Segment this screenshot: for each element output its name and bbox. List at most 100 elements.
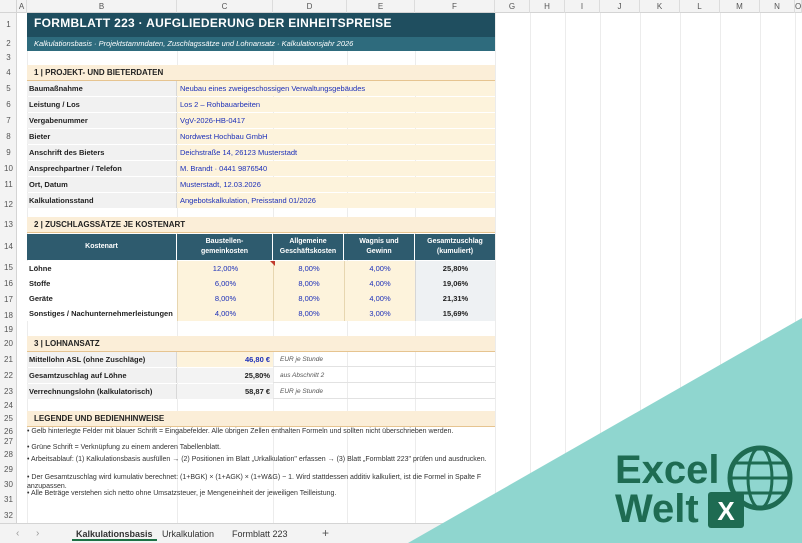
surcharge-input-bgk[interactable]: 8,00%: [177, 291, 273, 306]
wage-row: Mittellohn ASL (ohne Zuschläge) 46,80 € EU…: [27, 352, 495, 367]
row-header-16[interactable]: 16: [0, 276, 17, 292]
column-header-c[interactable]: C: [177, 0, 273, 13]
row-header-29[interactable]: 29: [0, 463, 17, 477]
field-input[interactable]: M. Brandt · 0441 9876540: [177, 161, 495, 176]
surcharge-input-wg[interactable]: 3,00%: [344, 306, 415, 321]
comment-marker-icon[interactable]: [270, 261, 275, 266]
chevron-right-icon[interactable]: ›: [36, 528, 39, 539]
row-header-bar: 1 2 3 4 5 6 7 8 9 10 11 12 13 14 15 16 17 18 19 20 21 22 23 24 2…: [0, 13, 17, 523]
project-data-row: Ansprechpartner / Telefon M. Brandt · 044…: [27, 161, 495, 176]
field-label: Leistung / Los: [27, 97, 177, 112]
row-header-14[interactable]: 14: [0, 233, 17, 260]
row-header-5[interactable]: 5: [0, 81, 17, 97]
row-header-22[interactable]: 22: [0, 368, 17, 384]
column-header-kostenart: Kostenart: [27, 234, 177, 260]
row-header-26[interactable]: 26: [0, 427, 17, 437]
field-input[interactable]: Nordwest Hochbau GmbH: [177, 129, 495, 144]
row-header-24[interactable]: 24: [0, 400, 17, 411]
column-header-f[interactable]: F: [415, 0, 495, 13]
row-header-1[interactable]: 1: [0, 13, 17, 37]
row-header-25[interactable]: 25: [0, 411, 17, 427]
field-label: Vergabenummer: [27, 113, 177, 128]
surcharge-input-agk[interactable]: 8,00%: [273, 291, 344, 306]
tab-urkalkulation[interactable]: Urkalkulation: [158, 527, 218, 541]
row-header-28[interactable]: 28: [0, 447, 17, 463]
field-input[interactable]: Musterstadt, 12.03.2026: [177, 177, 495, 192]
row-header-32[interactable]: 32: [0, 508, 17, 523]
row-header-12[interactable]: 12: [0, 193, 17, 217]
row-header-18[interactable]: 18: [0, 308, 17, 324]
row-header-13[interactable]: 13: [0, 217, 17, 233]
project-data-row: Bieter Nordwest Hochbau GmbH: [27, 129, 495, 144]
sheet-title: FORMBLATT 223 · AUFGLIEDERUNG DER EINHEI…: [34, 16, 392, 30]
surcharge-input-agk[interactable]: 8,00%: [273, 276, 344, 291]
surcharge-input-agk[interactable]: 8,00%: [273, 261, 344, 276]
field-input[interactable]: Los 2 – Rohbauarbeiten: [177, 97, 495, 112]
field-input[interactable]: Neubau eines zweigeschossigen Verwaltung…: [177, 81, 495, 96]
surcharge-input-bgk[interactable]: 4,00%: [177, 306, 273, 321]
column-header-k[interactable]: K: [640, 0, 680, 13]
row-header-2[interactable]: 2: [0, 37, 17, 51]
row-header-3[interactable]: 3: [0, 51, 17, 65]
column-header-m[interactable]: M: [720, 0, 760, 13]
row-header-23[interactable]: 23: [0, 384, 17, 400]
cost-type-label: Geräte: [27, 291, 177, 306]
row-header-21[interactable]: 21: [0, 352, 17, 368]
row-header-10[interactable]: 10: [0, 161, 17, 177]
field-label: Anschrift des Bieters: [27, 145, 177, 160]
tab-formblatt-223[interactable]: Formblatt 223: [228, 527, 292, 541]
row-header-4[interactable]: 4: [0, 65, 17, 81]
row-header-19[interactable]: 19: [0, 324, 17, 336]
section-header-wage: 3 | LOHNANSATZ: [27, 336, 495, 352]
column-header-total: Gesamtzuschlag (kumuliert): [427, 238, 483, 255]
row-header-30[interactable]: 30: [0, 477, 17, 492]
tab-kalkulationsbasis[interactable]: Kalkulationsbasis: [72, 527, 157, 541]
column-header-b[interactable]: B: [27, 0, 177, 13]
row-header-20[interactable]: 20: [0, 336, 17, 352]
surcharge-input-agk[interactable]: 8,00%: [273, 306, 344, 321]
wage-note: EUR je Stunde: [280, 388, 323, 395]
column-header-e[interactable]: E: [347, 0, 415, 13]
surcharge-input-bgk[interactable]: 6,00%: [177, 276, 273, 291]
wage-note: EUR je Stunde: [280, 356, 323, 363]
column-header-o[interactable]: O: [795, 0, 802, 13]
field-label: Ansprechpartner / Telefon: [27, 161, 177, 176]
field-input[interactable]: VgV-2026-HB-0417: [177, 113, 495, 128]
field-label: Kalkulationsstand: [27, 193, 177, 208]
column-header-h[interactable]: H: [530, 0, 565, 13]
surcharge-input-wg[interactable]: 4,00%: [344, 261, 415, 276]
column-header-a[interactable]: A: [17, 0, 27, 13]
row-header-9[interactable]: 9: [0, 145, 17, 161]
wage-value[interactable]: 46,80 €: [177, 352, 273, 367]
row-header-15[interactable]: 15: [0, 260, 17, 276]
chevron-left-icon[interactable]: ‹: [16, 528, 19, 539]
field-input[interactable]: Angebotskalkulation, Preisstand 01/2026: [177, 193, 495, 208]
add-sheet-button[interactable]: +: [322, 526, 329, 540]
section-header-legend: LEGENDE UND BEDIENHINWEISE: [27, 411, 495, 427]
row-header-6[interactable]: 6: [0, 97, 17, 113]
column-header-i[interactable]: I: [565, 0, 600, 13]
cost-type-label: Stoffe: [27, 276, 177, 291]
row-header-31[interactable]: 31: [0, 492, 17, 508]
column-header-wg: Wagnis und Gewinn: [344, 234, 415, 260]
surcharge-table-header: Kostenart Baustellen- gemeinkosten Allge…: [27, 234, 495, 260]
surcharge-input-wg[interactable]: 4,00%: [344, 291, 415, 306]
row-header-11[interactable]: 11: [0, 177, 17, 193]
grid-line: [795, 13, 796, 523]
field-input[interactable]: Deichstraße 14, 26123 Musterstadt: [177, 145, 495, 160]
surcharge-row: Geräte 8,00% 8,00% 4,00% 21,31%: [27, 291, 495, 306]
grid-line: [640, 13, 641, 523]
column-header-d[interactable]: D: [273, 0, 347, 13]
project-data-row: Vergabenummer VgV-2026-HB-0417: [27, 113, 495, 128]
column-header-l[interactable]: L: [680, 0, 720, 13]
select-all-corner[interactable]: [0, 0, 17, 13]
column-header-j[interactable]: J: [600, 0, 640, 13]
column-header-n[interactable]: N: [760, 0, 795, 13]
row-header-27[interactable]: 27: [0, 437, 17, 447]
row-header-17[interactable]: 17: [0, 292, 17, 308]
row-header-7[interactable]: 7: [0, 113, 17, 129]
surcharge-input-wg[interactable]: 4,00%: [344, 276, 415, 291]
row-header-8[interactable]: 8: [0, 129, 17, 145]
surcharge-input-bgk[interactable]: 12,00%: [177, 261, 273, 276]
column-header-g[interactable]: G: [495, 0, 530, 13]
